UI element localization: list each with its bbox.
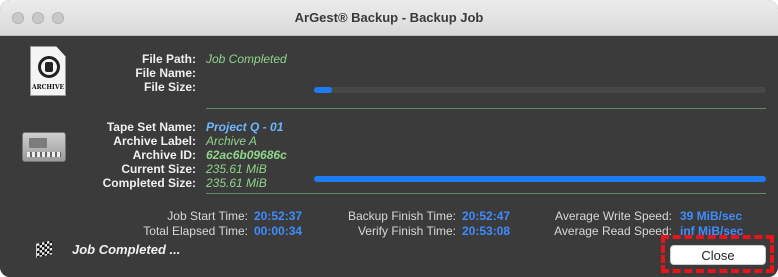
file-path-value: Job Completed xyxy=(206,52,287,66)
current-size-value: 235.61 MiB xyxy=(206,162,267,176)
backup-job-window: ArGest® Backup - Backup Job ARCHIVE File… xyxy=(0,0,778,277)
file-path-label: File Path: xyxy=(141,52,196,66)
backup-finish-value: 20:52:47 xyxy=(462,209,511,223)
highlight-annotation xyxy=(661,235,774,273)
tape-progress-bar xyxy=(314,176,766,182)
tape-window xyxy=(29,138,47,148)
file-progress-fill xyxy=(314,87,333,93)
job-content: ARCHIVE File Path: Job Completed File Na… xyxy=(0,36,778,277)
title-bar: ArGest® Backup - Backup Job xyxy=(0,0,778,36)
section-divider-bottom xyxy=(206,193,766,194)
completed-size-value: 235.61 MiB xyxy=(206,176,267,190)
tape-set-name-value: Project Q - 01 xyxy=(206,120,284,134)
file-progress-bar xyxy=(314,87,766,93)
window-title: ArGest® Backup - Backup Job xyxy=(294,10,484,25)
backup-finish-label: Backup Finish Time: xyxy=(347,209,456,223)
current-size-label: Current Size: xyxy=(121,162,196,176)
file-name-label: File Name: xyxy=(135,66,196,80)
completed-size-label: Completed Size: xyxy=(102,176,196,190)
job-start-value: 20:52:37 xyxy=(254,209,303,223)
verify-finish-value: 20:53:08 xyxy=(462,224,511,238)
verify-finish-label: Verify Finish Time: xyxy=(357,224,456,238)
job-start-label: Job Start Time: xyxy=(167,209,248,223)
section-divider-top xyxy=(206,108,766,109)
file-size-label: File Size: xyxy=(143,80,196,94)
avg-write-label: Average Write Speed: xyxy=(555,209,672,223)
elapsed-label: Total Elapsed Time: xyxy=(143,224,248,238)
checkered-flag-icon xyxy=(36,240,52,258)
job-status-text: Job Completed ... xyxy=(72,242,181,257)
archive-icon-caption: ARCHIVE xyxy=(31,84,65,91)
archive-id-label: Archive ID: xyxy=(132,148,196,162)
archive-id-value: 62ac6b09686c xyxy=(206,148,287,162)
elapsed-value: 00:00:34 xyxy=(254,224,303,238)
avg-read-label: Average Read Speed: xyxy=(554,224,672,238)
archive-file-icon: ARCHIVE xyxy=(30,46,66,96)
tape-progress-fill xyxy=(314,176,766,182)
archive-label-value: Archive A xyxy=(206,134,257,148)
tape-set-name-label: Tape Set Name: xyxy=(106,120,196,134)
avg-write-value: 39 MiB/sec xyxy=(680,209,743,223)
archive-label-label: Archive Label: xyxy=(113,134,196,148)
tape-label-strip xyxy=(27,152,61,157)
archive-logo xyxy=(38,56,60,78)
